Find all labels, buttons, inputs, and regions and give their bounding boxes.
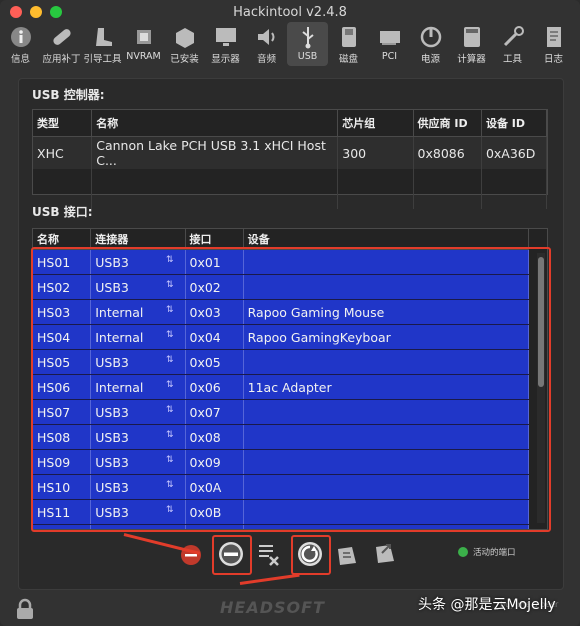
active-port-dot — [458, 547, 468, 557]
refresh-button[interactable] — [295, 539, 325, 569]
toolbar-item-power[interactable]: 电源 — [410, 22, 451, 66]
close-window-button[interactable] — [10, 6, 22, 18]
remove-port-button[interactable] — [216, 539, 246, 569]
toolbar-item-label: 应用补丁 — [42, 54, 81, 65]
box-icon — [172, 24, 198, 50]
controllers-column-header[interactable]: 设备 ID — [481, 110, 548, 137]
legend-label: 活动的端口 — [473, 548, 516, 558]
toolbar-item-disk[interactable]: 磁盘 — [328, 22, 369, 66]
toolbar-item-box[interactable]: 已安装 — [164, 22, 205, 66]
controller-row[interactable]: XHC Cannon Lake PCH USB 3.1 xHCI Host C..… — [33, 136, 548, 169]
minimize-window-button[interactable] — [30, 6, 42, 18]
export-button[interactable] — [370, 537, 400, 567]
controllers-column-header[interactable]: 供应商 ID — [413, 110, 482, 137]
toolbar-item-label: 引导工具 — [83, 54, 122, 65]
toolbar-item-tools[interactable]: 工具 — [492, 22, 533, 66]
controller-cell: XHC — [33, 136, 93, 169]
toolbar-item-calculator[interactable]: 计算器 — [451, 22, 492, 66]
ports-section-title: USB 接口: — [32, 205, 93, 219]
disk-icon — [336, 24, 362, 50]
toolbar-item-log[interactable]: 日志 — [533, 22, 574, 66]
toolbar-item-monitor[interactable]: 显示器 — [205, 22, 246, 66]
controller-cell: 300 — [337, 136, 414, 169]
boot-icon — [90, 24, 116, 50]
active-port-legend: 活动的端口 — [458, 546, 516, 558]
toolbar: 信息 应用补丁 引导工具 NVRAM 已安装 显示器 音频 USB 磁盘 PCI 电源 计算器 工具 日志 — [0, 22, 580, 66]
remove-red-button[interactable] — [176, 540, 206, 570]
toolbar-item-label: NVRAM — [126, 51, 161, 62]
info-icon — [8, 24, 34, 50]
headsoft-logo: HEADSOFT — [220, 598, 325, 617]
minus-circle-icon — [219, 542, 243, 566]
app-window: Hackintool v2.4.8 信息 应用补丁 引导工具 NVRAM 已安装 显示器 音… — [0, 0, 580, 626]
usb-icon — [295, 24, 321, 50]
controllers-table: 类型 名称 芯片组 供应商 ID 设备 ID XHC Cannon Lake PCH US… — [32, 109, 548, 209]
controllers-section-title: USB 控制器: — [32, 88, 105, 102]
controllers-column-header[interactable]: 芯片组 — [337, 110, 414, 137]
log-icon — [541, 24, 567, 50]
import-icon — [338, 547, 356, 565]
toolbar-item-speaker[interactable]: 音频 — [246, 22, 287, 66]
toolbar-item-usb[interactable]: USB — [287, 22, 328, 66]
toolbar-item-label: 已安装 — [170, 54, 199, 65]
toolbar-item-label: 日志 — [543, 54, 563, 65]
title-bar: Hackintool v2.4.8 — [0, 0, 580, 24]
toolbar-item-chip[interactable]: NVRAM — [123, 22, 164, 66]
zoom-window-button[interactable] — [50, 6, 62, 18]
toolbar-item-label: 电源 — [420, 54, 440, 65]
toolbar-item-label: 计算器 — [457, 54, 486, 65]
toolbar-item-info[interactable]: 信息 — [0, 22, 41, 66]
toolbar-item-label: 音频 — [256, 54, 276, 65]
delete-list-button[interactable] — [254, 539, 284, 569]
card-icon — [377, 24, 403, 50]
controllers-column-header[interactable]: 类型 — [33, 110, 93, 137]
power-icon — [418, 24, 444, 50]
tools-icon — [500, 24, 526, 50]
delete-list-icon — [259, 545, 279, 566]
toolbar-item-card[interactable]: PCI — [369, 22, 410, 66]
controller-cell: Cannon Lake PCH USB 3.1 xHCI Host C... — [91, 136, 339, 169]
lock-icon — [17, 598, 33, 619]
speaker-icon — [254, 24, 280, 50]
toolbar-item-boot[interactable]: 引导工具 — [82, 22, 123, 66]
lock-button[interactable] — [14, 598, 36, 624]
toolbar-item-label: PCI — [381, 51, 398, 62]
controllers-column-header[interactable]: 名称 — [91, 110, 339, 137]
toolbar-item-label: 工具 — [502, 54, 522, 65]
bandage-icon — [49, 24, 75, 50]
window-title: Hackintool v2.4.8 — [233, 4, 347, 20]
controller-cell: 0x8086 — [413, 136, 482, 169]
controller-cell: 0xA36D — [481, 136, 548, 169]
toolbar-item-label: 显示器 — [211, 54, 240, 65]
toolbar-item-bandage[interactable]: 应用补丁 — [41, 22, 82, 66]
toolbar-item-label: 磁盘 — [338, 54, 358, 65]
export-icon — [376, 544, 394, 563]
import-button[interactable] — [332, 539, 362, 569]
toolbar-item-label: USB — [297, 51, 318, 62]
refresh-icon — [298, 542, 322, 566]
highlight-box-ports — [31, 247, 551, 532]
chip-icon — [131, 24, 157, 50]
monitor-icon — [213, 24, 239, 50]
watermark: 头条 @那是云Mojelly — [418, 597, 556, 613]
calculator-icon — [459, 24, 485, 50]
toolbar-item-label: 信息 — [10, 54, 30, 65]
